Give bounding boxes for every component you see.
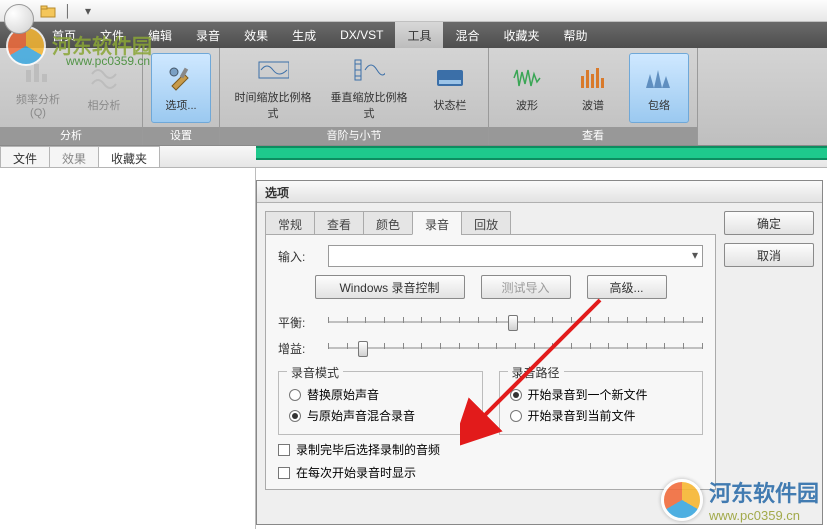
tab-recording-content: 输入: Windows 录音控制 测试导入 高级... 平衡: <box>265 235 716 490</box>
tab-color[interactable]: 颜色 <box>363 211 413 235</box>
btn-windows-rec-control[interactable]: Windows 录音控制 <box>315 275 465 299</box>
group-record-mode: 录音模式 替换原始声音 与原始声音混合录音 <box>278 371 483 435</box>
check-select-after-record[interactable]: 录制完毕后选择录制的音频 <box>278 441 703 458</box>
input-combo[interactable] <box>328 245 703 267</box>
h-scale-icon <box>257 55 289 86</box>
menu-effect[interactable]: 效果 <box>232 22 280 48</box>
radio-mix-original[interactable]: 与原始声音混合录音 <box>289 407 472 424</box>
menu-favorites[interactable]: 收藏夹 <box>491 22 551 48</box>
tab-playback[interactable]: 回放 <box>461 211 511 235</box>
tab-general[interactable]: 常规 <box>265 211 315 235</box>
waveform-icon <box>511 62 543 94</box>
btn-statusbar[interactable]: 状态栏 <box>420 53 480 123</box>
watermark-name: 河东软件园 <box>709 476 819 508</box>
btn-test-import[interactable]: 测试导入 <box>481 275 571 299</box>
btn-waveform[interactable]: 波形 <box>497 53 557 123</box>
envelope-icon <box>643 62 675 94</box>
watermark-bottom: 河东软件园 www.pc0359.cn <box>661 476 819 523</box>
qat-sep: │ <box>60 3 76 19</box>
track-header-bar <box>256 146 827 160</box>
record-path-legend: 录音路径 <box>508 364 564 381</box>
btn-time-scale[interactable]: 时间缩放比例格式 <box>228 53 318 123</box>
record-mode-legend: 录音模式 <box>287 364 343 381</box>
ribbon-group-view: 波形 波谱 包络 查看 <box>489 48 698 145</box>
options-tabstrip: 常规 查看 颜色 录音 回放 <box>265 211 716 235</box>
input-label: 输入: <box>278 248 320 265</box>
title-bar: │ ▾ <box>0 0 827 22</box>
tab-view[interactable]: 查看 <box>314 211 364 235</box>
qat-dropdown[interactable]: ▾ <box>80 3 96 19</box>
group-label-settings: 设置 <box>143 127 219 145</box>
btn-advanced[interactable]: 高级... <box>587 275 667 299</box>
ribbon-group-scale: 时间缩放比例格式 垂直缩放比例格式 状态栏 音阶与小节 <box>220 48 489 145</box>
group-label-view: 查看 <box>489 127 697 145</box>
gain-slider[interactable] <box>328 339 703 357</box>
radio-current-file[interactable]: 开始录音到当前文件 <box>510 407 693 424</box>
btn-options[interactable]: 选项... <box>151 53 211 123</box>
btn-spectrum[interactable]: 波谱 <box>563 53 623 123</box>
side-panel-body <box>0 168 256 529</box>
group-record-path: 录音路径 开始录音到一个新文件 开始录音到当前文件 <box>499 371 704 435</box>
qat-folder[interactable] <box>40 3 56 19</box>
group-label-scale: 音阶与小节 <box>220 127 488 145</box>
group-label-analyze: 分析 <box>0 127 142 145</box>
watermark-logo-icon <box>661 479 703 521</box>
balance-slider[interactable] <box>328 313 703 331</box>
options-dialog: 选项 常规 查看 颜色 录音 回放 输入: Windows 录音控制 测试导入 … <box>256 180 823 525</box>
statusbar-icon <box>434 62 466 94</box>
btn-ok[interactable]: 确定 <box>724 211 814 235</box>
menu-mix[interactable]: 混合 <box>443 22 491 48</box>
btn-vert-scale[interactable]: 垂直缩放比例格式 <box>324 53 414 123</box>
radio-new-file[interactable]: 开始录音到一个新文件 <box>510 386 693 403</box>
tab-recording[interactable]: 录音 <box>412 211 462 235</box>
panel-tab-effect[interactable]: 效果 <box>49 146 99 167</box>
watermark-url: www.pc0359.cn <box>66 54 150 68</box>
panel-tab-file[interactable]: 文件 <box>0 146 50 167</box>
dialog-title: 选项 <box>257 181 822 203</box>
menu-record[interactable]: 录音 <box>184 22 232 48</box>
ribbon-group-settings: 选项... 设置 <box>143 48 220 145</box>
menu-tools[interactable]: 工具 <box>395 22 443 48</box>
menu-generate[interactable]: 生成 <box>280 22 328 48</box>
radio-replace-original[interactable]: 替换原始声音 <box>289 386 472 403</box>
balance-label: 平衡: <box>278 314 320 331</box>
gain-label: 增益: <box>278 340 320 357</box>
menu-help[interactable]: 帮助 <box>551 22 599 48</box>
watermark-url: www.pc0359.cn <box>709 508 819 523</box>
panel-tab-favorites[interactable]: 收藏夹 <box>98 146 160 167</box>
check-show-each-start[interactable]: 在每次开始录音时显示 <box>278 464 703 481</box>
spectrum-icon <box>577 62 609 94</box>
btn-cancel[interactable]: 取消 <box>724 243 814 267</box>
app-orb[interactable] <box>4 4 34 34</box>
btn-envelope[interactable]: 包络 <box>629 53 689 123</box>
v-scale-icon <box>353 55 385 86</box>
menu-dxvst[interactable]: DX/VST <box>328 22 395 48</box>
tools-icon <box>165 62 197 94</box>
